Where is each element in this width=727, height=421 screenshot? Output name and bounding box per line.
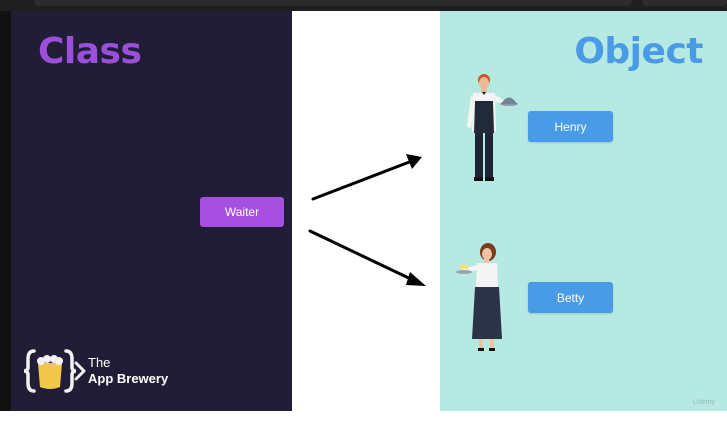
waitress-figure-icon [456, 243, 502, 351]
logo-text-app-brewery: App Brewery [88, 371, 169, 386]
waiter-figure-icon [467, 74, 518, 181]
class-title: Class [38, 31, 142, 72]
app-brewery-logo-icon [24, 349, 86, 393]
waiter-button[interactable]: Waiter [200, 197, 284, 227]
slide: Class Object Waiter Henry Betty The App … [0, 11, 727, 411]
top-bar [0, 0, 727, 11]
left-edge [0, 11, 11, 411]
betty-button[interactable]: Betty [528, 282, 613, 313]
henry-button[interactable]: Henry [528, 111, 613, 142]
arrow-to-henry-icon [311, 154, 422, 201]
top-bar-tab [642, 0, 727, 6]
udemy-watermark: Udemy [692, 399, 715, 406]
logo-text-the: The [88, 355, 111, 370]
bottom-strip [0, 411, 727, 421]
top-bar-tab [34, 0, 632, 6]
arrow-to-betty-icon [308, 229, 426, 286]
object-title: Object [574, 31, 703, 72]
arrows [308, 154, 426, 286]
